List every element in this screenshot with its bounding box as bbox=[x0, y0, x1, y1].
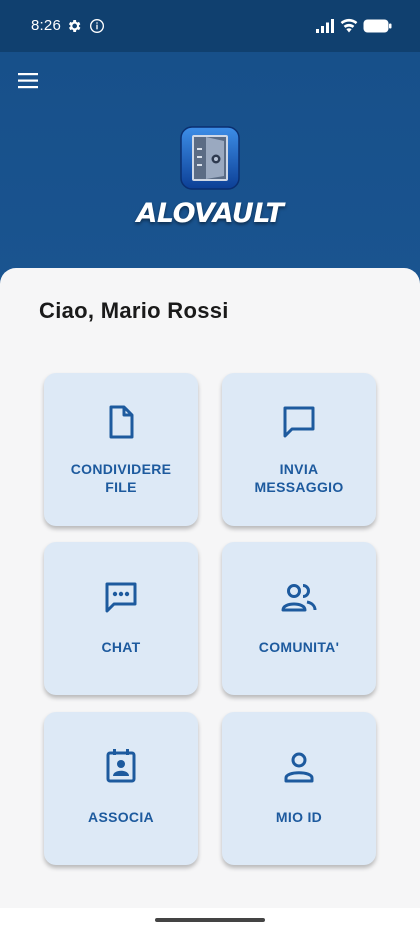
tile-label: COMUNITA' bbox=[258, 639, 340, 655]
tile-associate[interactable]: ASSOCIA bbox=[44, 712, 198, 865]
app-header: ALOVAULT bbox=[0, 52, 420, 292]
menu-icon[interactable] bbox=[14, 66, 44, 96]
tile-chat[interactable]: CHAT bbox=[44, 542, 198, 695]
greeting: Ciao, Mario Rossi bbox=[39, 298, 229, 323]
brand-name: ALOVAULT bbox=[136, 198, 284, 229]
tile-my-id[interactable]: MIO ID bbox=[222, 712, 376, 865]
gesture-handle[interactable] bbox=[155, 918, 265, 922]
tile-community[interactable]: COMUNITA' bbox=[222, 542, 376, 695]
gesture-nav-area bbox=[0, 908, 420, 933]
chat-icon bbox=[105, 582, 137, 613]
wifi-icon bbox=[340, 18, 358, 33]
tile-label: CHAT bbox=[101, 639, 141, 655]
battery-icon bbox=[363, 19, 392, 33]
signal-icon bbox=[316, 19, 334, 33]
tile-label: INVIA MESSAGGIO bbox=[254, 461, 344, 495]
message-icon bbox=[283, 406, 315, 438]
person-icon bbox=[284, 752, 314, 783]
community-icon bbox=[281, 584, 317, 612]
badge-icon bbox=[106, 749, 136, 783]
info-icon bbox=[90, 19, 104, 33]
vault-logo-icon bbox=[180, 126, 240, 190]
gear-icon bbox=[68, 20, 81, 32]
status-time: 8:26 bbox=[31, 17, 61, 34]
tile-send-message[interactable]: INVIA MESSAGGIO bbox=[222, 373, 376, 526]
status-bar: 8:26 bbox=[0, 0, 420, 52]
tile-label: CONDIVIDERE FILE bbox=[70, 461, 172, 495]
tile-share-file[interactable]: CONDIVIDERE FILE bbox=[44, 373, 198, 526]
tile-label: MIO ID bbox=[275, 809, 323, 825]
main-sheet: Ciao, Mario Rossi CONDIVIDERE FILE INVIA… bbox=[0, 268, 420, 908]
tile-label: ASSOCIA bbox=[88, 809, 154, 825]
file-icon bbox=[109, 405, 134, 439]
